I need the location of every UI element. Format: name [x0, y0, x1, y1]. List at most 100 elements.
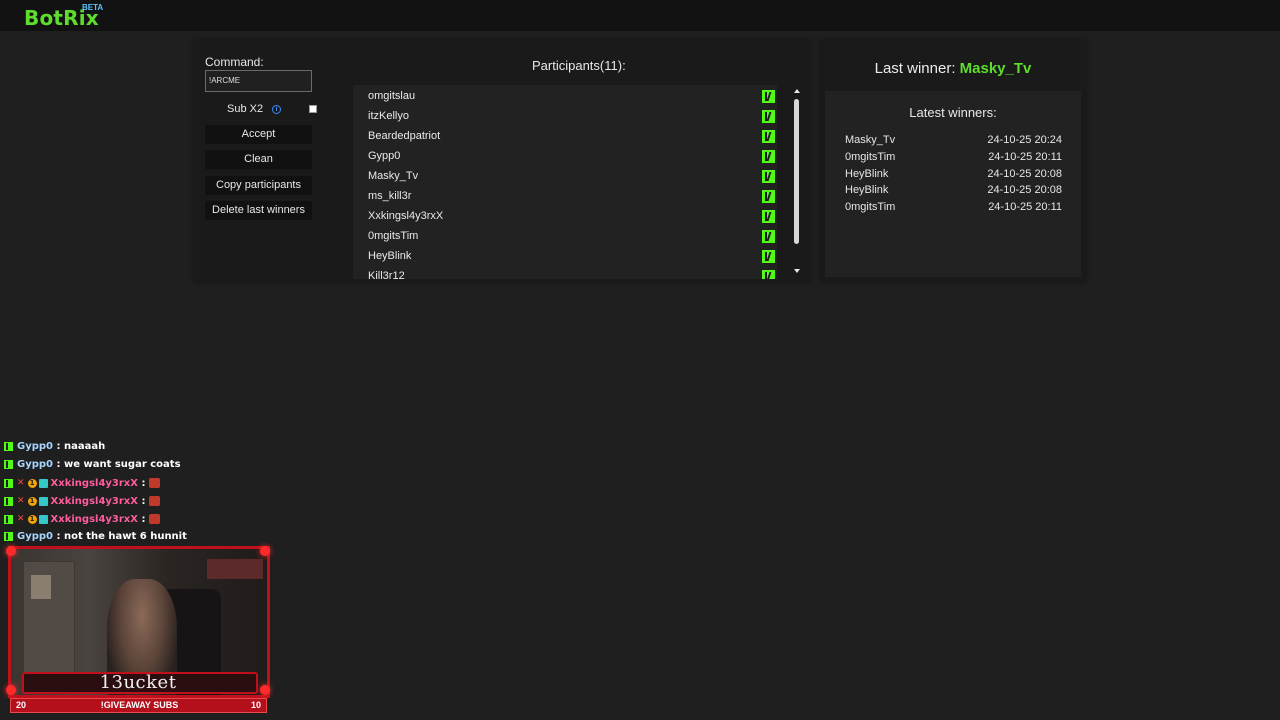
sub-x2-label: Sub X2: [227, 103, 264, 115]
kick-icon: [762, 90, 775, 103]
emote-icon: [148, 478, 160, 488]
beta-badge: BETA: [82, 3, 104, 12]
kick-icon: [762, 210, 775, 223]
command-label: Command:: [205, 55, 264, 69]
winner-date: 24-10-25 20:24: [987, 134, 1062, 146]
winner-name: 0mgitsTim: [845, 151, 896, 163]
winner-date: 24-10-25 20:11: [988, 151, 1062, 163]
kick-icon: [762, 190, 775, 203]
kick-icon: [762, 130, 775, 143]
streamer-name: 13ucket: [99, 672, 177, 693]
winner-row: Masky_Tv 24-10-25 20:24: [845, 134, 1062, 151]
participant-row[interactable]: ms_kill3r: [368, 186, 411, 206]
info-icon[interactable]: i: [272, 105, 281, 114]
chat-username: Gypp0: [17, 459, 54, 470]
kick-icon: [4, 531, 13, 541]
chat-message: ✕ 1 Xxkingsl4y3rxX :: [4, 494, 160, 512]
goal-label: !GIVEAWAY SUBS: [100, 700, 179, 710]
winner-row: 0mgitsTim 24-10-25 20:11: [845, 201, 1062, 218]
participant-row[interactable]: 0mgitsTim: [368, 226, 418, 246]
chat-text: : not the hawt 6 hunnit: [56, 531, 187, 542]
latest-winners-title: Latest winners:: [909, 105, 997, 120]
sword-icon: ✕: [17, 514, 25, 524]
kick-icon: [762, 270, 775, 279]
goal-target: 10: [250, 700, 261, 710]
chat-text: :: [141, 514, 146, 525]
chat-text: :: [141, 496, 146, 507]
chat-text: :: [141, 478, 146, 489]
chat-message: ✕ 1 Xxkingsl4y3rxX :: [4, 512, 160, 530]
latest-winners-box: Latest winners: Masky_Tv 24-10-25 20:24 …: [825, 91, 1081, 277]
last-winner-name: Masky_Tv: [959, 60, 1032, 77]
scrollbar-thumb[interactable]: [794, 99, 799, 244]
participant-row[interactable]: Gypp0: [368, 146, 400, 166]
participant-row[interactable]: itzKellyo: [368, 106, 409, 126]
subscriber-badge-icon: 1: [27, 496, 37, 506]
clean-button[interactable]: Clean: [205, 150, 312, 169]
accept-button[interactable]: Accept: [205, 125, 312, 144]
participant-row[interactable]: HeyBlink: [368, 246, 411, 266]
winner-name: HeyBlink: [845, 168, 889, 180]
kick-icon: [4, 459, 13, 469]
kick-icon: [4, 514, 13, 524]
kick-icon: [762, 230, 775, 243]
kick-icon: [762, 150, 775, 163]
copy-participants-button[interactable]: Copy participants: [205, 176, 312, 195]
winner-name: 0mgitsTim: [845, 201, 896, 213]
participant-row[interactable]: Xxkingsl4y3rxX: [368, 206, 443, 226]
participant-row[interactable]: omgitslau: [368, 86, 415, 106]
chat-username: Xxkingsl4y3rxX: [50, 496, 138, 507]
winner-name: HeyBlink: [845, 184, 889, 196]
winner-date: 24-10-25 20:08: [987, 168, 1062, 180]
top-bar: BotRix BETA: [0, 0, 1280, 31]
subscriber-badge-icon: 1: [27, 478, 37, 488]
last-winner-heading: Last winner: Masky_Tv: [820, 60, 1086, 77]
sword-icon: ✕: [17, 496, 25, 506]
chat-username: Xxkingsl4y3rxX: [50, 514, 138, 525]
kick-icon: [4, 496, 13, 506]
winner-row: HeyBlink 24-10-25 20:08: [845, 184, 1062, 201]
corner-light-icon: [6, 546, 16, 556]
participant-row[interactable]: Masky_Tv: [368, 166, 418, 186]
gift-icon: [38, 478, 48, 488]
gift-icon: [38, 514, 48, 524]
command-input[interactable]: !ARCME: [205, 70, 312, 92]
winner-row: 0mgitsTim 24-10-25 20:11: [845, 151, 1062, 168]
giveaway-panel: Command: !ARCME Sub X2 i Accept Clean Co…: [194, 40, 811, 282]
chat-text: : we want sugar coats: [56, 459, 181, 470]
sub-x2-checkbox[interactable]: [309, 105, 317, 113]
winner-row: HeyBlink 24-10-25 20:08: [845, 168, 1062, 185]
subscriber-badge-icon: 1: [27, 514, 37, 524]
kick-icon: [762, 170, 775, 183]
corner-light-icon: [260, 546, 270, 556]
webcam-shelf: [207, 559, 263, 579]
winner-panel: Last winner: Masky_Tv Latest winners: Ma…: [820, 40, 1086, 282]
participant-row[interactable]: Beardedpatriot: [368, 126, 440, 146]
gift-icon: [38, 496, 48, 506]
chat-message: Gypp0 : naaaah: [4, 440, 105, 458]
chat-username: Xxkingsl4y3rxX: [50, 478, 138, 489]
scroll-up-arrow-icon[interactable]: [794, 89, 800, 93]
chat-username: Gypp0: [17, 441, 54, 452]
kick-icon: [762, 250, 775, 263]
delete-last-winners-button[interactable]: Delete last winners: [205, 201, 312, 220]
chat-message: Gypp0 : we want sugar coats: [4, 458, 181, 476]
scroll-down-arrow-icon[interactable]: [794, 269, 800, 273]
chat-username: Gypp0: [17, 531, 54, 542]
giveaway-goal-bar: 20 !GIVEAWAY SUBS 10: [10, 698, 267, 713]
emote-icon: [148, 496, 160, 506]
winner-name: Masky_Tv: [845, 134, 896, 146]
emote-icon: [148, 514, 160, 524]
kick-icon: [4, 478, 13, 488]
last-winner-label: Last winner:: [874, 60, 956, 77]
participant-row[interactable]: Kill3r12: [368, 266, 405, 279]
sword-icon: ✕: [17, 478, 25, 488]
winner-date: 24-10-25 20:08: [987, 184, 1062, 196]
kick-icon: [762, 110, 775, 123]
participants-title: Participants(11):: [532, 58, 626, 73]
chat-text: : naaaah: [56, 441, 106, 452]
participants-list[interactable]: omgitslau itzKellyo Beardedpatriot Gypp0…: [353, 85, 777, 279]
winner-date: 24-10-25 20:11: [988, 201, 1062, 213]
kick-icon: [4, 441, 13, 451]
webcam-poster: [31, 575, 51, 599]
